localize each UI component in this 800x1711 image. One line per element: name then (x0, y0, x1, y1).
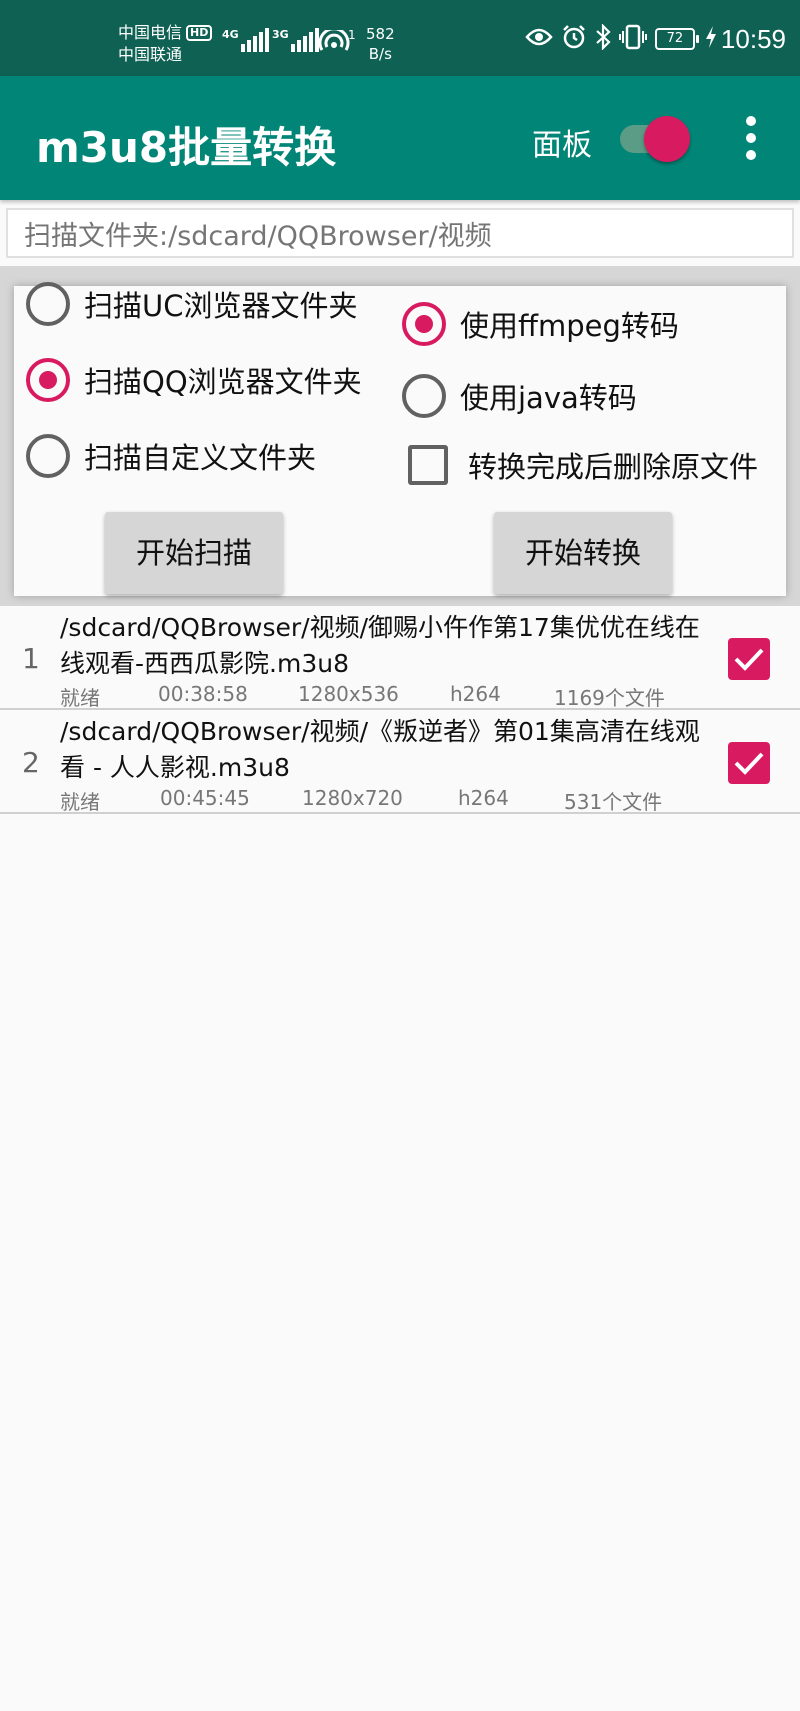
item-codec: h264 (450, 682, 501, 706)
status-bar: 中国电信 HD 中国联通 4G 3G 1 582 B/s 72 10:59 (0, 0, 800, 76)
speed-value: 582 (366, 25, 395, 43)
charging-icon (705, 26, 717, 52)
speed-unit: B/s (368, 45, 392, 63)
options-panel: 扫描UC浏览器文件夹 扫描QQ浏览器文件夹 扫描自定义文件夹 使用ffmpeg转… (14, 282, 786, 596)
options-panel-container: 扫描UC浏览器文件夹 扫描QQ浏览器文件夹 扫描自定义文件夹 使用ffmpeg转… (0, 266, 800, 606)
hotspot-count: 1 (348, 28, 356, 42)
overflow-menu-icon[interactable] (738, 116, 764, 160)
list-item[interactable]: 2 /sdcard/QQBrowser/视频/《叛逆者》第01集高清在线观看 -… (0, 710, 800, 814)
radio-use-java-label: 使用java转码 (460, 381, 637, 415)
signal-2-type: 3G (272, 28, 289, 41)
carrier-info: 中国电信 HD 中国联通 (118, 22, 213, 66)
item-checkbox[interactable] (728, 638, 770, 680)
carrier-1: 中国电信 (118, 23, 183, 42)
hotspot-icon: 1 (318, 27, 358, 60)
item-filename: /sdcard/QQBrowser/视频/《叛逆者》第01集高清在线观看 - 人… (60, 717, 700, 782)
toggle-thumb (644, 116, 690, 162)
scan-path-field[interactable] (6, 208, 794, 258)
vibrate-icon (618, 24, 647, 54)
start-convert-button[interactable]: 开始转换 (494, 512, 672, 594)
alarm-icon (561, 24, 587, 54)
battery-icon: 72 (654, 28, 699, 50)
app-title: m3u8批量转换 (36, 123, 337, 172)
radio-use-ffmpeg-label: 使用ffmpeg转码 (460, 309, 679, 343)
item-index: 1 (22, 642, 40, 675)
bluetooth-icon (595, 23, 611, 54)
checkbox-delete-after[interactable]: 转换完成后删除原文件 (408, 444, 758, 486)
radio-selected-icon (26, 358, 70, 402)
eye-icon (525, 27, 553, 51)
radio-scan-custom-label: 扫描自定义文件夹 (84, 441, 317, 475)
item-resolution: 1280x536 (298, 682, 399, 706)
item-codec: h264 (458, 786, 509, 810)
checkmark-icon (734, 752, 764, 775)
item-file-count: 531个文件 (564, 790, 663, 814)
panel-toggle[interactable] (620, 108, 690, 168)
item-duration: 00:38:58 (158, 682, 248, 706)
file-list: 1 /sdcard/QQBrowser/视频/御赐小仵作第17集优优在线在线观看… (0, 606, 800, 814)
item-index: 2 (22, 746, 40, 779)
list-item[interactable]: 1 /sdcard/QQBrowser/视频/御赐小仵作第17集优优在线在线观看… (0, 606, 800, 710)
item-file-count: 1169个文件 (554, 686, 665, 710)
radio-use-java[interactable]: 使用java转码 (402, 374, 637, 418)
signal-2-icon: 3G (272, 28, 321, 52)
signal-1-type: 4G (222, 28, 239, 41)
app-bar: m3u8批量转换 面板 (0, 76, 800, 200)
radio-icon (26, 434, 70, 478)
radio-scan-uc[interactable]: 扫描UC浏览器文件夹 (26, 282, 357, 326)
network-speed: 582 B/s (366, 24, 395, 64)
clock: 10:59 (720, 23, 786, 54)
radio-icon (402, 374, 446, 418)
item-status: 就绪 (60, 686, 100, 710)
checkbox-icon (408, 445, 448, 485)
start-scan-button[interactable]: 开始扫描 (105, 512, 283, 594)
item-duration: 00:45:45 (160, 786, 250, 810)
radio-scan-qq[interactable]: 扫描QQ浏览器文件夹 (26, 358, 362, 402)
radio-use-ffmpeg[interactable]: 使用ffmpeg转码 (402, 302, 679, 346)
radio-icon (26, 282, 70, 326)
item-filename: /sdcard/QQBrowser/视频/御赐小仵作第17集优优在线在线观看-西… (60, 613, 700, 678)
panel-label: 面板 (532, 128, 592, 163)
signal-1-icon: 4G (222, 28, 271, 52)
radio-scan-custom[interactable]: 扫描自定义文件夹 (26, 434, 316, 478)
hd-badge: HD (186, 25, 213, 41)
item-resolution: 1280x720 (302, 786, 403, 810)
radio-selected-icon (402, 302, 446, 346)
checkmark-icon (734, 648, 764, 671)
radio-scan-uc-label: 扫描UC浏览器文件夹 (84, 289, 358, 323)
item-status: 就绪 (60, 790, 100, 814)
item-checkbox[interactable] (728, 742, 770, 784)
radio-scan-qq-label: 扫描QQ浏览器文件夹 (84, 365, 362, 399)
checkbox-delete-after-label: 转换完成后删除原文件 (468, 450, 759, 484)
carrier-2: 中国联通 (118, 45, 183, 64)
